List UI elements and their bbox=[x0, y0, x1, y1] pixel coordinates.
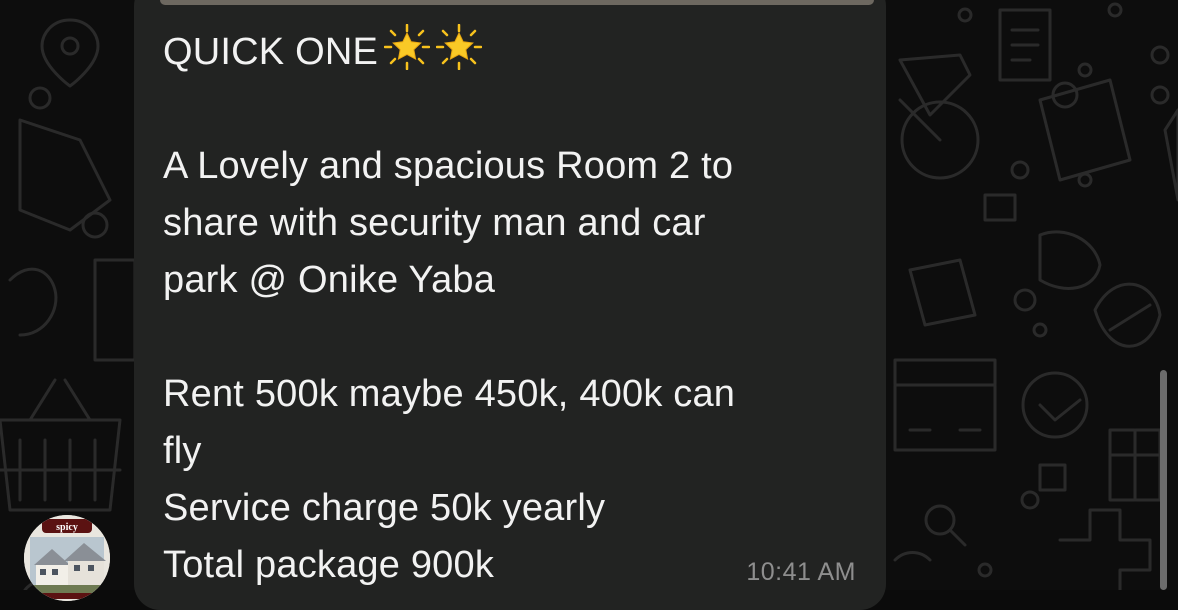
glowing-star-icon bbox=[435, 23, 483, 87]
scrollbar[interactable] bbox=[1160, 370, 1167, 590]
message-line: Service charge 50k yearly bbox=[163, 487, 606, 529]
media-preview-strip[interactable] bbox=[160, 0, 874, 5]
message-text: QUICK ONE A Lovely and spacious Room 2 t… bbox=[163, 23, 853, 594]
message-line: share with security man and car bbox=[163, 202, 706, 244]
avatar-logo-text: spicy bbox=[56, 522, 78, 533]
glowing-star-icon bbox=[383, 23, 431, 87]
avatar[interactable]: spicy bbox=[24, 515, 110, 601]
message-line: park @ Onike Yaba bbox=[163, 259, 496, 301]
message-line: fly bbox=[163, 430, 202, 472]
message-title: QUICK ONE bbox=[163, 31, 379, 73]
message-timestamp: 10:41 AM bbox=[746, 558, 856, 586]
message-line: Rent 500k maybe 450k, 400k can bbox=[163, 373, 736, 415]
message-title-line: QUICK ONE bbox=[163, 23, 853, 81]
avatar-logo-image: spicy bbox=[24, 515, 110, 601]
message-line: A Lovely and spacious Room 2 to bbox=[163, 145, 734, 187]
